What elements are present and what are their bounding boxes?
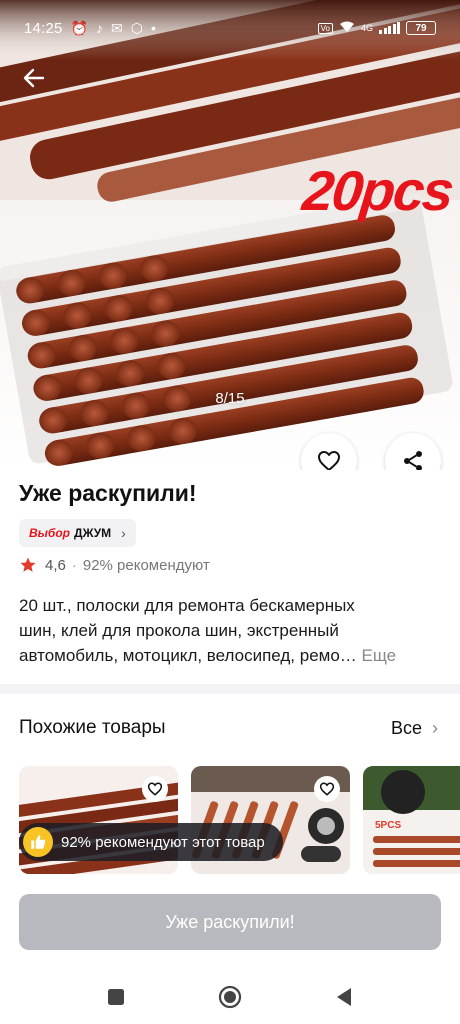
rating-row[interactable]: 4,6 · 92% рекомендуют (19, 556, 210, 574)
card-quantity-tag: 5PCS (375, 820, 402, 831)
product-image-gallery[interactable]: 14:25 ⏰ ♪ ✉ ⬡ • Vo 4G 79 20pcs 8/15 (0, 0, 460, 470)
chevron-right-icon: › (121, 525, 126, 541)
recommend-toast: 92% рекомендуют этот товар (19, 823, 283, 861)
arrow-left-icon (23, 68, 45, 88)
image-counter: 8/15 (215, 390, 245, 407)
battery-icon: 79 (406, 21, 436, 35)
thumbs-up-icon (23, 827, 53, 857)
battery-level: 79 (415, 22, 427, 34)
see-all-label: Все (390, 718, 422, 738)
system-nav-bar (0, 970, 460, 1024)
chevron-right-icon: › (432, 718, 438, 738)
package-icon: ⬡ (130, 19, 143, 36)
section-divider (0, 684, 460, 694)
back-nav-button[interactable] (329, 982, 359, 1012)
heart-icon (318, 451, 340, 470)
store-chip[interactable]: Выбор ДЖУМ › (19, 519, 136, 547)
card-favorite-button[interactable] (142, 776, 168, 802)
square-icon (108, 989, 124, 1005)
volte-icon: Vo (317, 22, 333, 34)
mail-icon: ✉ (110, 19, 123, 36)
star-icon (20, 557, 36, 572)
store-name: ДЖУМ (74, 526, 112, 540)
product-title: Уже раскупили! (19, 480, 197, 506)
show-more-link[interactable]: Еще (362, 646, 397, 665)
network-type: 4G (360, 23, 373, 33)
heart-icon (319, 782, 335, 796)
similar-products-heading: Похожие товары (19, 717, 166, 738)
alarm-icon: ⏰ (70, 19, 88, 36)
share-icon (404, 451, 422, 470)
signal-icon (379, 22, 400, 34)
card-favorite-button[interactable] (314, 776, 340, 802)
heart-icon (147, 782, 163, 796)
store-choice-tag: Выбор (29, 526, 71, 540)
status-time: 14:25 (24, 19, 63, 37)
triangle-back-icon (337, 988, 351, 1006)
recents-button[interactable] (101, 982, 131, 1012)
separator-dot: · (71, 556, 77, 574)
home-circle-icon (218, 985, 242, 1009)
dot-icon: • (150, 20, 156, 36)
tiktok-icon: ♪ (95, 20, 103, 36)
recommend-percent: 92% рекомендуют (82, 556, 210, 574)
wifi-icon (339, 21, 355, 36)
product-description[interactable]: 20 шт., полоски для ремонта бескамерных … (19, 593, 439, 668)
description-line: шин, клей для прокола шин, экстренный (19, 621, 339, 640)
similar-product-card[interactable]: 5PCS (363, 766, 460, 874)
description-line: автомобиль, мотоцикл, велосипед, ремо… (19, 646, 357, 665)
home-button[interactable] (215, 982, 245, 1012)
quantity-badge: 20pcs (299, 159, 456, 222)
status-bar: 14:25 ⏰ ♪ ✉ ⬡ • Vo 4G 79 (0, 0, 460, 56)
see-all-link[interactable]: Все › (391, 718, 438, 739)
description-line: 20 шт., полоски для ремонта бескамерных (19, 596, 355, 615)
recommend-toast-text: 92% рекомендуют этот товар (61, 833, 265, 851)
rating-value: 4,6 (45, 556, 66, 574)
sold-out-button[interactable]: Уже раскупили! (19, 894, 441, 950)
back-button[interactable] (18, 62, 50, 94)
